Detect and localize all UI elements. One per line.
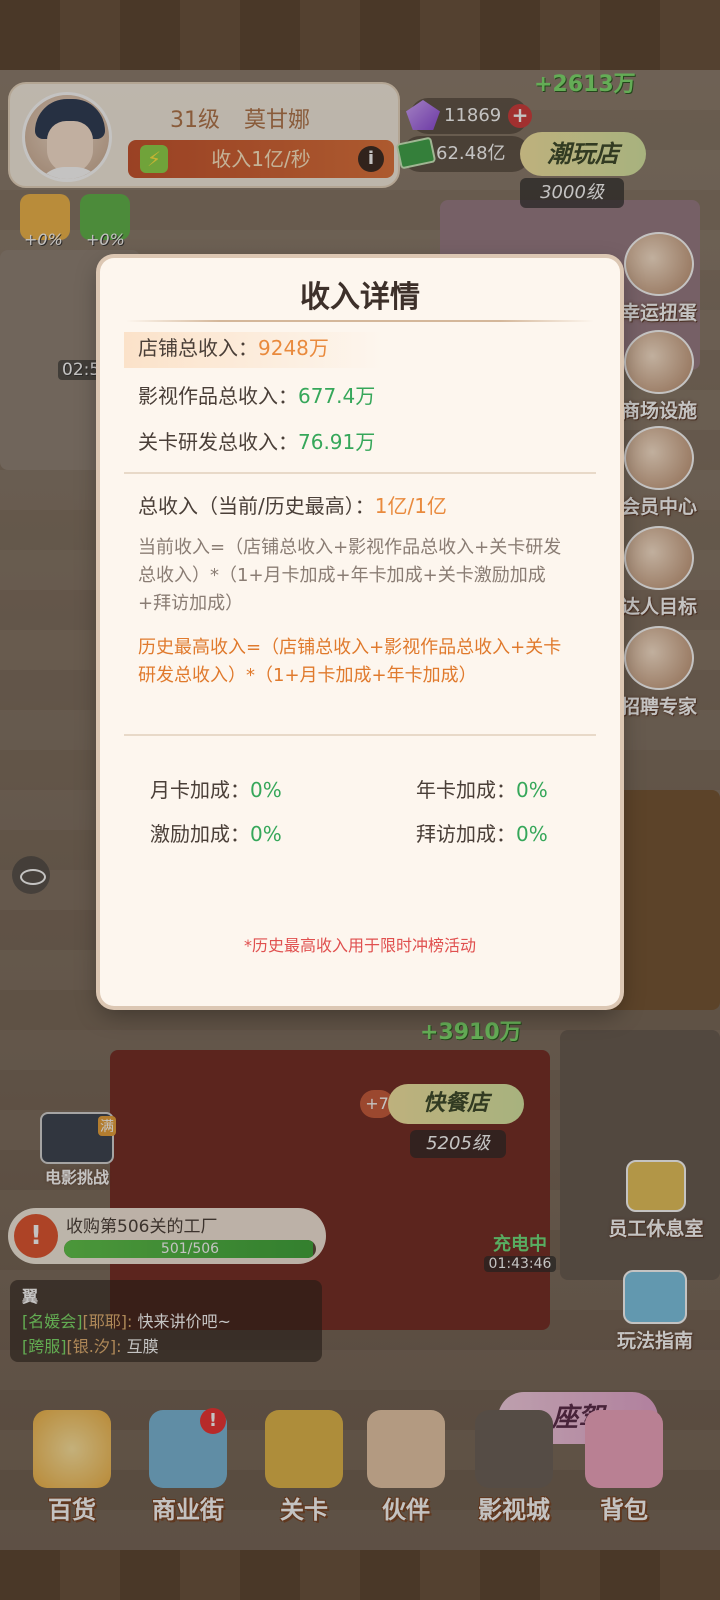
visit-bonus-row: 拜访加成：0%: [416, 818, 548, 847]
film-income-row: 影视作品总收入：677.4万: [138, 380, 375, 409]
yearly-bonus-value: 0%: [516, 778, 548, 802]
shop-income-value: 9248万: [258, 336, 329, 360]
level-income-label: 关卡研发总收入：: [138, 430, 298, 454]
monthly-bonus-row: 月卡加成：0%: [150, 774, 282, 803]
yearly-bonus-row: 年卡加成：0%: [416, 774, 548, 803]
income-details-modal: 收入详情 店铺总收入：9248万 影视作品总收入：677.4万 关卡研发总收入：…: [100, 258, 620, 1006]
incentive-bonus-row: 激励加成：0%: [150, 818, 282, 847]
total-income-value: 1亿/1亿: [374, 494, 447, 518]
film-income-label: 影视作品总收入：: [138, 384, 298, 408]
modal-title: 收入详情: [300, 280, 420, 315]
visit-bonus-value: 0%: [516, 822, 548, 846]
visit-bonus-label: 拜访加成：: [416, 822, 516, 846]
monthly-bonus-label: 月卡加成：: [150, 778, 250, 802]
section-divider: [124, 472, 596, 474]
total-income-row: 总收入（当前/历史最高）：1亿/1亿: [138, 490, 447, 519]
history-income-formula: 历史最高收入=（店铺总收入+影视作品总收入+关卡研发总收入）*（1+月卡加成+年…: [138, 637, 562, 686]
level-income-value: 76.91万: [298, 430, 376, 454]
yearly-bonus-label: 年卡加成：: [416, 778, 516, 802]
total-income-label: 总收入（当前/历史最高）：: [138, 494, 375, 518]
level-income-row: 关卡研发总收入：76.91万: [138, 426, 375, 455]
incentive-bonus-label: 激励加成：: [150, 822, 250, 846]
shop-income-label: 店铺总收入：: [138, 336, 258, 360]
footnote: *历史最高收入用于限时冲榜活动: [243, 936, 476, 955]
shop-income-row: 店铺总收入：9248万: [138, 332, 329, 361]
title-divider: [126, 320, 594, 322]
film-income-value: 677.4万: [298, 384, 376, 408]
incentive-bonus-value: 0%: [250, 822, 282, 846]
current-income-formula: 当前收入=（店铺总收入+影视作品总收入+关卡研发总收入）*（1+月卡加成+年卡加…: [138, 537, 562, 614]
monthly-bonus-value: 0%: [250, 778, 282, 802]
section-divider-2: [124, 734, 596, 736]
